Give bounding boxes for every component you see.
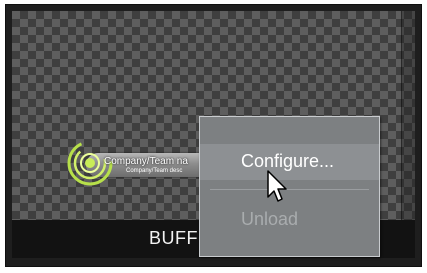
preview-scrollbar[interactable] <box>401 11 415 222</box>
menu-item-unload-label: Unload <box>241 209 299 229</box>
lower-third-name: Company/Team na <box>104 156 188 167</box>
arrow-pointer-icon <box>267 170 287 202</box>
lower-third-description: Company/Team desc <box>126 168 183 174</box>
menu-item-unload: Unload <box>200 202 379 238</box>
buffer-label: BUFF <box>149 228 198 248</box>
